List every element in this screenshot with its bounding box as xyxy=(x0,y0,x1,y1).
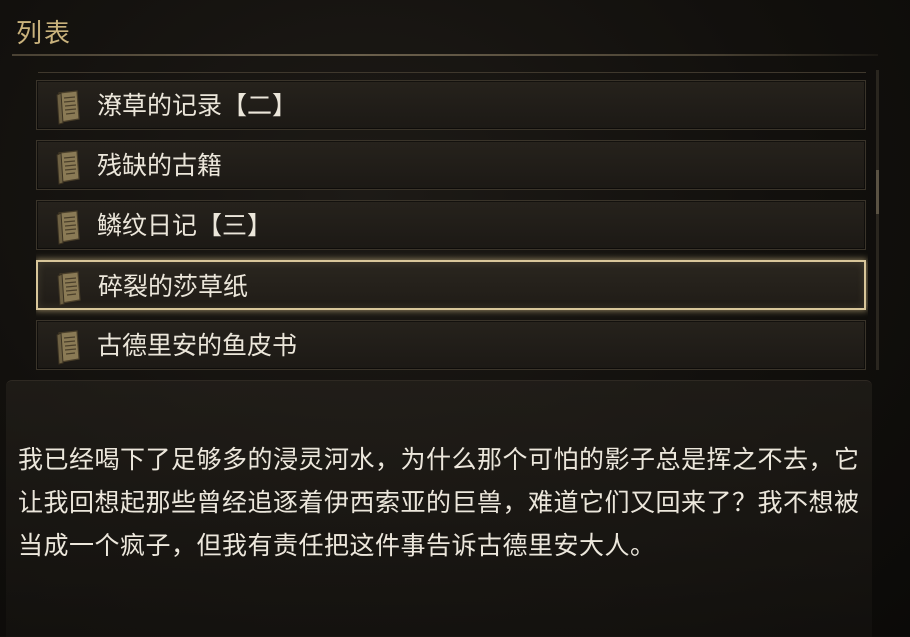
list-scrollbar-thumb[interactable] xyxy=(876,170,879,214)
list-top-divider xyxy=(38,72,866,73)
scroll-icon xyxy=(57,271,81,306)
item-list: 潦草的记录【二】 残缺的古籍 鳞纹日记【三】 碎裂的莎草纸 古德里安的鱼皮书 xyxy=(36,80,868,370)
list-item-scale-diary-3[interactable]: 鳞纹日记【三】 xyxy=(36,200,866,250)
list-item-label: 碎裂的莎草纸 xyxy=(98,272,249,301)
title-divider xyxy=(12,54,878,56)
item-description: 我已经喝下了足够多的浸灵河水，为什么那个可怕的影子总是挥之不去，它让我回想起那些… xyxy=(18,445,860,560)
panel-title: 列表 xyxy=(16,19,73,49)
list-item-shattered-papyrus[interactable]: 碎裂的莎草纸 xyxy=(36,260,866,310)
list-item-label: 残缺的古籍 xyxy=(97,151,223,180)
list-item-label: 古德里安的鱼皮书 xyxy=(97,331,298,360)
scroll-icon xyxy=(56,210,80,245)
list-item-gudrian-fishskin-book[interactable]: 古德里安的鱼皮书 xyxy=(36,320,866,370)
scroll-icon xyxy=(56,330,80,365)
list-scrollbar-track[interactable] xyxy=(876,70,879,370)
list-item-label: 鳞纹日记【三】 xyxy=(97,211,273,240)
list-item-fragmentary-tome[interactable]: 残缺的古籍 xyxy=(36,140,866,190)
list-item-label: 潦草的记录【二】 xyxy=(97,91,298,120)
list-item-scrawled-record-2[interactable]: 潦草的记录【二】 xyxy=(36,80,866,130)
scroll-icon xyxy=(56,90,80,125)
scroll-icon xyxy=(56,150,80,185)
